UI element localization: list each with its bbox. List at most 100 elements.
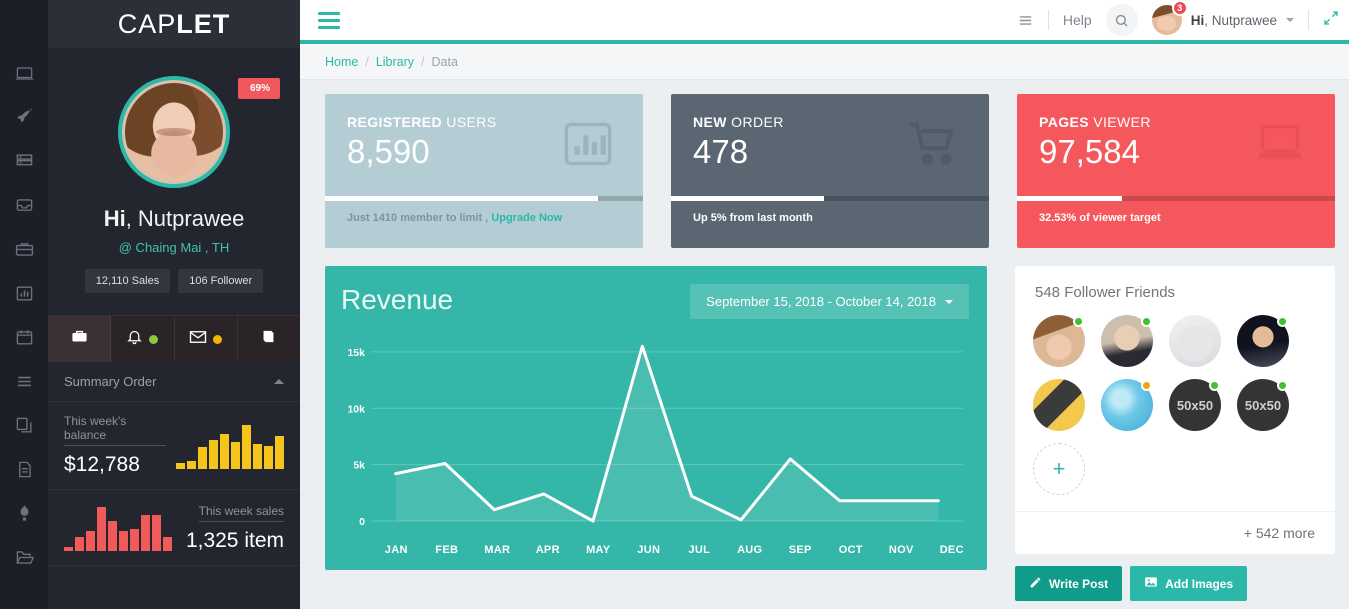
user-menu[interactable]: 3 Hi, Nutprawee xyxy=(1151,0,1294,35)
status-badge xyxy=(1073,316,1084,327)
x-axis-tick-label: FEB xyxy=(435,544,459,556)
x-axis-tick-label: JAN xyxy=(384,544,408,556)
chart-bar-icon[interactable] xyxy=(9,278,39,308)
server-icon[interactable] xyxy=(9,146,39,176)
revenue-chart-plot: 0 5k 10k 15k xyxy=(341,329,977,544)
action-briefcase[interactable] xyxy=(48,316,112,362)
profile-block: 69% Hi, Nutprawee @ Chaing Mai , TH 12,1… xyxy=(48,48,300,293)
follower-avatar[interactable] xyxy=(1101,379,1153,431)
follower-friends-panel: 548 Follower Friends 50x50 50x50 + + 542 m… xyxy=(1015,266,1335,554)
divider xyxy=(1047,10,1049,30)
status-badge xyxy=(1277,316,1288,327)
document-icon[interactable] xyxy=(9,454,39,484)
avatar-photo xyxy=(1169,315,1221,367)
sales-label: This week sales xyxy=(198,504,285,522)
write-post-button[interactable]: Write Post xyxy=(1015,566,1123,601)
sparkline-bar xyxy=(220,434,229,469)
list-icon[interactable] xyxy=(9,366,39,396)
follower-avatar[interactable] xyxy=(1169,315,1221,367)
avatar[interactable] xyxy=(118,76,230,188)
sparkline-bar xyxy=(108,520,117,551)
sidebar: CAPLET 69% Hi, Nutprawee @ Chaing Mai , … xyxy=(48,0,300,609)
x-axis-tick-label: APR xyxy=(535,544,560,556)
x-axis-tick-label: MAR xyxy=(484,544,511,556)
upgrade-now-link[interactable]: Upgrade Now xyxy=(491,212,562,224)
x-axis-tick-label: DEC xyxy=(939,544,964,556)
avatar-photo xyxy=(125,83,223,181)
follower-avatar[interactable] xyxy=(1033,379,1085,431)
revenue-chart-card: Revenue September 15, 2018 - October 14,… xyxy=(325,266,987,570)
x-axis-tick-label: NOV xyxy=(888,544,914,556)
follower-avatar[interactable] xyxy=(1237,315,1289,367)
shopping-cart-icon xyxy=(903,118,965,175)
search-icon[interactable] xyxy=(1105,4,1138,36)
breadcrumb: Home / Library / Data xyxy=(300,44,1349,80)
date-range-picker[interactable]: September 15, 2018 - October 14, 2018 xyxy=(690,284,969,319)
card-progress xyxy=(671,196,989,201)
list-icon[interactable] xyxy=(1017,12,1034,29)
sparkline-bar xyxy=(163,536,172,551)
help-link[interactable]: Help xyxy=(1063,12,1092,28)
briefcase-icon xyxy=(71,328,88,350)
card-top: NEW ORDER 478 xyxy=(671,94,989,196)
x-axis-tick-label: JUL xyxy=(688,544,711,556)
sparkline-bar xyxy=(97,506,106,551)
date-range-label: September 15, 2018 - October 14, 2018 xyxy=(706,294,936,309)
topbar: Help 3 Hi, Nutprawee xyxy=(300,0,1349,44)
lamp-icon[interactable] xyxy=(9,498,39,528)
follower-column: 548 Follower Friends 50x50 50x50 + + 542 m… xyxy=(1015,266,1335,601)
balance-label: This week's balance xyxy=(64,414,166,446)
summary-order-header[interactable]: Summary Order xyxy=(48,362,300,402)
inbox-icon[interactable] xyxy=(9,190,39,220)
follower-avatar[interactable]: 50x50 xyxy=(1169,379,1221,431)
add-images-button[interactable]: Add Images xyxy=(1130,566,1248,601)
user-name-label: Hi, Nutprawee xyxy=(1190,12,1277,28)
revenue-line-chart: 0 5k 10k 15k xyxy=(347,344,963,528)
profile-greeting: Hi, Nutprawee xyxy=(103,206,245,231)
folder-open-icon[interactable] xyxy=(9,542,39,572)
bar-chart-icon xyxy=(557,118,619,175)
sparkline-bar xyxy=(176,462,185,469)
card-new-order[interactable]: NEW ORDER 478 Up 5% from last month xyxy=(671,94,989,248)
action-notifications[interactable] xyxy=(111,316,175,362)
follower-more-link[interactable]: + 542 more xyxy=(1015,511,1335,554)
rocket-icon[interactable] xyxy=(9,102,39,132)
x-axis-tick-label: OCT xyxy=(838,544,863,556)
sparkline-bar xyxy=(86,530,95,551)
copy-file-icon[interactable] xyxy=(9,410,39,440)
sparkline-bar xyxy=(264,445,273,469)
follower-avatar[interactable] xyxy=(1033,315,1085,367)
breadcrumb-item-library[interactable]: Library xyxy=(376,55,414,69)
y-axis-tick-label: 5k xyxy=(353,460,365,472)
add-images-label: Add Images xyxy=(1165,576,1234,591)
y-axis-tick-label: 10k xyxy=(347,403,365,415)
hamburger-icon[interactable] xyxy=(318,11,340,29)
follower-avatar[interactable] xyxy=(1101,315,1153,367)
card-registered-users[interactable]: REGISTERED USERS 8,590 Just 1410 member … xyxy=(325,94,643,248)
balance-stat-row: This week's balance $12,788 xyxy=(48,402,300,490)
card-pages-viewer[interactable]: PAGES VIEWER 97,584 32.53% of viewer tar… xyxy=(1017,94,1335,248)
add-follower-button[interactable]: + xyxy=(1033,443,1085,495)
action-book[interactable] xyxy=(238,316,300,362)
status-badge xyxy=(1277,380,1288,391)
brand-logo[interactable]: CAPLET xyxy=(48,0,300,48)
sparkline-bar xyxy=(198,447,207,469)
sparkline-bar xyxy=(141,514,150,551)
main-area: Help 3 Hi, Nutprawee Home / Library / Da… xyxy=(300,0,1349,609)
x-axis-tick-label: JUN xyxy=(637,544,661,556)
follower-avatar[interactable]: 50x50 xyxy=(1237,379,1289,431)
sidebar-action-row xyxy=(48,315,300,362)
revenue-x-axis-labels: JAN FEB MAR APR MAY JUN JUL AUG SEP OCT NOV DEC xyxy=(371,544,977,556)
briefcase-icon[interactable] xyxy=(9,234,39,264)
follower-actions: Write Post Add Images xyxy=(1015,566,1335,601)
calendar-icon[interactable] xyxy=(9,322,39,352)
chevron-up-icon xyxy=(274,374,284,384)
brand-text: CAPLET xyxy=(117,8,231,39)
card-top: REGISTERED USERS 8,590 xyxy=(325,94,643,196)
chip-followers[interactable]: 106 Follower xyxy=(178,269,264,293)
breadcrumb-item-home[interactable]: Home xyxy=(325,55,358,69)
expand-icon[interactable] xyxy=(1323,10,1339,31)
chip-sales[interactable]: 12,110 Sales xyxy=(84,269,171,293)
laptop-icon[interactable] xyxy=(9,58,39,88)
action-messages[interactable] xyxy=(175,316,238,362)
